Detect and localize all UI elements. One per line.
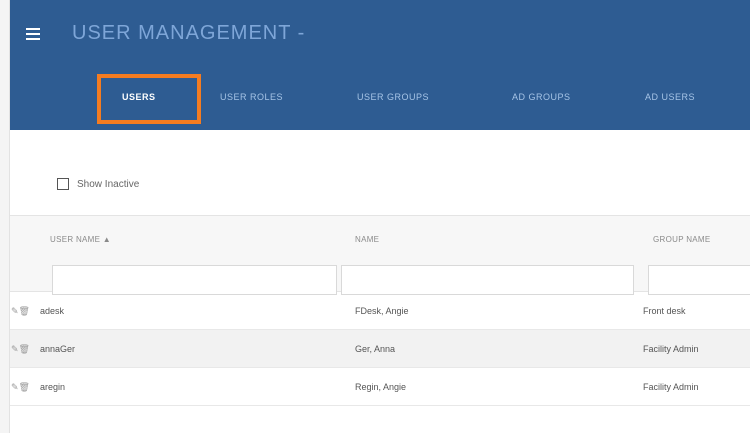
cell-username: adesk <box>40 306 65 316</box>
column-header-user-name[interactable]: USER NAME ▲ <box>50 235 111 244</box>
cell-username: annaGer <box>40 344 76 354</box>
show-inactive-checkbox[interactable] <box>57 178 69 190</box>
pencil-icon[interactable]: ✎ <box>11 306 19 316</box>
row-action-icons: ✎🗑 <box>11 306 30 317</box>
name-filter-input[interactable] <box>341 265 634 295</box>
active-tab-highlight <box>97 74 201 124</box>
cell-name: Ger, Anna <box>355 344 396 354</box>
table-header: USER NAME ▲ NAME GROUP NAME <box>10 215 750 255</box>
left-frame-edge <box>0 0 10 433</box>
cell-group: Facility Admin <box>643 344 699 354</box>
column-header-label: USER NAME <box>50 235 101 244</box>
app-title-suffix: - <box>297 22 306 44</box>
tab-user-roles[interactable]: USER ROLES <box>220 92 283 102</box>
hamburger-menu-icon[interactable] <box>26 28 40 40</box>
trash-icon[interactable]: 🗑 <box>19 344 30 354</box>
trash-icon[interactable]: 🗑 <box>19 306 30 316</box>
table-row[interactable]: ✎🗑 aregin Regin, Angie Facility Admin <box>10 368 750 406</box>
tab-user-groups[interactable]: USER GROUPS <box>357 92 429 102</box>
cell-name: FDesk, Angie <box>355 306 409 316</box>
show-inactive-toggle[interactable]: Show Inactive <box>57 178 139 190</box>
app-title: USER MANAGEMENT - <box>72 22 305 45</box>
cell-username: aregin <box>40 382 66 392</box>
trash-icon[interactable]: 🗑 <box>19 382 30 392</box>
group-name-filter-input[interactable] <box>648 265 750 295</box>
pencil-icon[interactable]: ✎ <box>11 382 19 392</box>
app-title-text: USER MANAGEMENT <box>72 22 292 44</box>
tab-ad-users[interactable]: AD USERS <box>645 92 695 102</box>
column-header-group-name[interactable]: GROUP NAME <box>653 235 711 244</box>
cell-group: Front desk <box>643 306 686 316</box>
row-action-icons: ✎🗑 <box>11 382 30 393</box>
pencil-icon[interactable]: ✎ <box>11 344 19 354</box>
cell-group: Facility Admin <box>643 382 699 392</box>
show-inactive-label: Show Inactive <box>77 178 140 190</box>
user-name-filter-input[interactable] <box>52 265 337 295</box>
row-action-icons: ✎🗑 <box>11 344 30 355</box>
sort-ascending-icon[interactable]: ▲ <box>103 235 111 244</box>
users-table: USER NAME ▲ NAME GROUP NAME ✎🗑 adesk FDe… <box>10 215 750 406</box>
table-row[interactable]: ✎🗑 annaGer Ger, Anna Facility Admin <box>10 330 750 368</box>
column-header-name[interactable]: NAME <box>355 235 379 244</box>
cell-name: Regin, Angie <box>355 382 407 392</box>
table-row[interactable]: ✎🗑 adesk FDesk, Angie Front desk <box>10 292 750 330</box>
tab-ad-groups[interactable]: AD GROUPS <box>512 92 571 102</box>
